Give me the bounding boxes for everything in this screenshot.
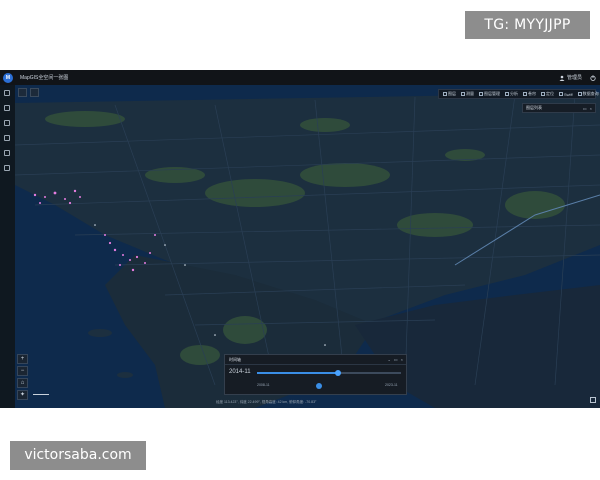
toolbar-item[interactable]: 卷帘 <box>523 91 536 97</box>
left-sidebar <box>0 85 15 408</box>
island <box>117 372 133 378</box>
chevron-down-icon[interactable]: ⌄ <box>388 357 391 362</box>
toolbar-item[interactable]: 测量 <box>461 91 474 97</box>
time-panel-title: 时间轴 <box>229 356 241 362</box>
zoom-controls: + − ⌂ ✦ <box>17 354 28 402</box>
user-name: 管理员 <box>566 75 582 81</box>
layer-icon <box>443 92 447 96</box>
close-icon[interactable]: × <box>590 106 592 111</box>
globe-icon[interactable] <box>4 105 10 111</box>
tools-icon[interactable] <box>4 135 10 141</box>
toolbar-item[interactable]: 数据查询 <box>577 91 599 97</box>
green-area <box>223 316 267 344</box>
map-toolbar: 图层 测量 图层管理 分析 卷帘 定位 Swiff 数据查询 <box>438 89 599 99</box>
island <box>88 329 112 337</box>
title-bar-actions: 管理员 <box>559 70 596 85</box>
search-tool-button[interactable] <box>30 88 39 97</box>
app-logo: M <box>3 72 13 83</box>
time-slider-track[interactable] <box>257 370 401 376</box>
green-area <box>300 163 390 187</box>
green-area <box>205 179 305 207</box>
green-area <box>45 111 125 127</box>
app-title: MapGIS全空间一张图 <box>20 75 69 81</box>
home-view-button[interactable]: ⌂ <box>17 378 28 388</box>
fullscreen-icon[interactable] <box>590 397 596 403</box>
window-icon[interactable]: ▭ <box>394 357 398 362</box>
analysis-icon <box>505 92 509 96</box>
time-slider-fill <box>257 372 338 374</box>
toolbar-item[interactable]: 图层管理 <box>479 91 500 97</box>
location-icon <box>541 92 545 96</box>
time-slider-knob[interactable] <box>334 370 341 376</box>
title-bar: M MapGIS全空间一张图 管理员 <box>0 70 600 85</box>
minimize-icon[interactable]: ▭ <box>583 106 587 111</box>
toolbar-item[interactable]: 图层 <box>443 91 456 97</box>
watermark-top: TG: MYYJJPP <box>465 11 590 39</box>
green-area <box>397 213 473 237</box>
layers-manage-icon <box>479 92 483 96</box>
home-icon[interactable] <box>4 90 10 96</box>
settings-icon[interactable] <box>4 165 10 171</box>
power-icon[interactable] <box>590 74 596 81</box>
gis-app-window: M MapGIS全空间一张图 管理员 图层 测量 图层管理 分析 卷帘 定位 S… <box>0 70 600 408</box>
time-panel-header: 时间轴 ⌄ ▭ × <box>225 355 406 365</box>
ruler-icon <box>461 92 465 96</box>
layers-icon[interactable] <box>4 120 10 126</box>
user-icon <box>559 75 565 81</box>
time-start-label: 2008-11 <box>257 383 270 387</box>
query-icon <box>577 92 582 96</box>
close-icon[interactable]: × <box>401 357 403 362</box>
user-menu[interactable]: 管理员 <box>559 74 582 81</box>
zoom-in-button[interactable]: + <box>17 354 28 364</box>
pan-tool-button[interactable] <box>18 88 27 97</box>
play-button[interactable] <box>316 383 322 389</box>
chart-icon[interactable] <box>4 150 10 156</box>
page: TG: MYYJJPP M MapGIS全空间一张图 管理员 图层 测量 图层管… <box>0 0 600 480</box>
current-date: 2014-11 <box>229 369 251 375</box>
panel-title: 图层列表 <box>526 105 542 110</box>
status-bar: 经度 113.423°, 纬度 22.499°, 视角高度: 42 km, 俯仰… <box>216 400 317 404</box>
toolbar-item[interactable]: 定位 <box>541 91 554 97</box>
toolbar-item[interactable]: Swiff <box>559 92 573 97</box>
green-area <box>180 345 220 365</box>
map-quick-tools <box>18 88 39 97</box>
swipe-icon <box>523 92 527 96</box>
layer-list-panel: 图层列表 ▭ × <box>522 103 596 113</box>
watermark-bottom: victorsaba.com <box>10 441 146 470</box>
zoom-out-button[interactable]: − <box>17 366 28 376</box>
time-end-label: 2023-11 <box>385 383 398 387</box>
time-slider-panel: 时间轴 ⌄ ▭ × 2014-11 2008-11 2023-11 <box>224 354 407 395</box>
toolbar-item[interactable]: 分析 <box>505 91 518 97</box>
green-area <box>300 118 350 132</box>
scale-bar <box>33 393 49 395</box>
compass-button[interactable]: ✦ <box>17 390 28 400</box>
swiff-icon <box>559 92 563 96</box>
